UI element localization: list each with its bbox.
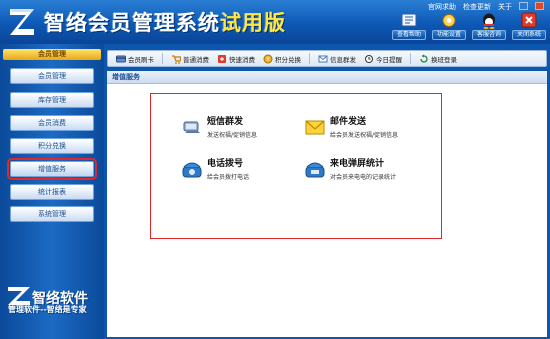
toolbar-points-exchange-label: 积分兑换 [275,55,301,64]
exit-system-button[interactable]: 关闭系统 [512,12,546,42]
app-logo-icon [10,9,34,35]
sidebar-item-member-consumption[interactable]: 会员消费 [10,115,94,131]
service-sms-title: 短信群发 [207,117,244,127]
shift-login-icon [420,54,428,63]
consume-icon [172,54,181,64]
sidebar-item-value-added[interactable]: 增值服务 [7,158,97,180]
service-sms-desc: 发送祝福/促销信息 [207,132,258,139]
sidebar: 会员管理 会员管理 库存管理 会员消费 积分兑换 增值服务 统计报表 系统管理 … [0,44,104,339]
exit-system-button-label: 关闭系统 [512,30,546,40]
callerid-icon [305,162,325,178]
service-email-title: 邮件发送 [330,117,367,127]
window-close-button[interactable] [535,2,544,10]
app-title-trial: 试用版 [220,11,286,35]
link-about[interactable]: 关于 [498,2,512,12]
toolbar-separator [410,53,411,64]
toolbar-fast-consume-label: 快速消费 [229,55,255,64]
message-icon [318,55,328,62]
settings-button-label: 功能设置 [432,30,466,40]
toolbar-today-reminder[interactable]: 今日提醒 [364,54,402,64]
top-links: 官网求助 检查更新 关于 [428,2,544,12]
tool-buttons: 查看帮助 功能设置 客服咨询 关闭系统 [392,12,546,42]
sidebar-heading: 会员管理 [3,49,101,60]
toolbar-shift-login-label: 换班登录 [431,55,457,64]
fast-consume-icon [218,54,226,63]
card-icon [116,55,126,62]
sidebar-item-member-management[interactable]: 会员管理 [10,68,94,84]
toolbar-today-reminder-label: 今日提醒 [376,55,402,64]
sidebar-item-points-exchange[interactable]: 积分兑换 [10,138,94,154]
quick-toolbar: 会员刷卡 普通消费 快速消费 ¥ 积分兑换 信息群发 今日提醒 换班登录 [107,50,547,67]
help-button[interactable]: 查看帮助 [392,12,426,42]
sms-icon [183,121,200,133]
sidebar-item-inventory[interactable]: 库存管理 [10,92,94,108]
service-email-send[interactable]: 邮件发送 给会员发送祝福/促销信息 [304,117,398,139]
svg-text:¥: ¥ [266,57,269,63]
title-bar: 智络会员管理系统试用版 官网求助 检查更新 关于 查看帮助 功能设置 客服咨询 … [0,0,550,44]
service-callerid-title: 来电弹屏统计 [330,159,385,169]
mail-icon [305,120,325,135]
service-callerid-desc: 对会员来电电的记录统计 [330,174,397,181]
sidebar-item-reports[interactable]: 统计报表 [10,184,94,200]
link-help-site[interactable]: 官网求助 [428,2,456,12]
toolbar-separator [309,53,310,64]
service-phone-dial[interactable]: 电话拨号 给会员拨打电话 [181,159,249,181]
app-title-main: 智络会员管理系统 [44,11,220,35]
support-button-label: 客服咨询 [472,30,506,40]
panel-title: 增值服务 [107,71,547,84]
service-email-desc: 给会员发送祝福/促销信息 [330,132,399,139]
toolbar-shift-login[interactable]: 换班登录 [419,54,457,64]
close-icon [521,12,537,28]
reminder-icon [365,54,373,63]
toolbar-member-swipe-label: 会员刷卡 [128,55,154,64]
service-phone-title: 电话拨号 [207,159,244,169]
toolbar-normal-consume-label: 普通消费 [183,55,209,64]
minimize-button[interactable] [519,2,528,10]
toolbar-message-broadcast-label: 信息群发 [330,55,356,64]
toolbar-fast-consume[interactable]: 快速消费 [217,54,255,64]
toolbar-message-broadcast[interactable]: 信息群发 [318,54,356,64]
app-title: 智络会员管理系统试用版 [44,7,286,37]
phone-icon [182,162,202,178]
support-button[interactable]: 客服咨询 [472,12,506,42]
toolbar-normal-consume[interactable]: 普通消费 [171,54,209,64]
help-icon [401,13,417,27]
service-sms-broadcast[interactable]: 短信群发 发送祝福/促销信息 [181,117,257,139]
main-area: 会员刷卡 普通消费 快速消费 ¥ 积分兑换 信息群发 今日提醒 换班登录 增值服… [104,44,550,339]
value-added-panel: 增值服务 短信群发 发送祝福/促销信息 邮件发送 给会员发送祝福/促销信息 电话… [107,71,547,337]
sidebar-item-system[interactable]: 系统管理 [10,206,94,222]
link-check-update[interactable]: 检查更新 [463,2,491,12]
settings-button[interactable]: 功能设置 [432,12,466,42]
toolbar-separator [162,53,163,64]
points-icon: ¥ [263,54,273,63]
help-button-label: 查看帮助 [392,30,426,40]
toolbar-points-exchange[interactable]: ¥ 积分兑换 [263,54,301,64]
support-icon [483,13,495,29]
settings-icon [442,14,456,27]
service-caller-id-stats[interactable]: 来电弹屏统计 对会员来电电的记录统计 [304,159,396,181]
toolbar-member-swipe[interactable]: 会员刷卡 [116,54,154,64]
service-phone-desc: 给会员拨打电话 [207,174,250,181]
brand-slogan: 管理软件--智络是专家 [8,305,87,314]
